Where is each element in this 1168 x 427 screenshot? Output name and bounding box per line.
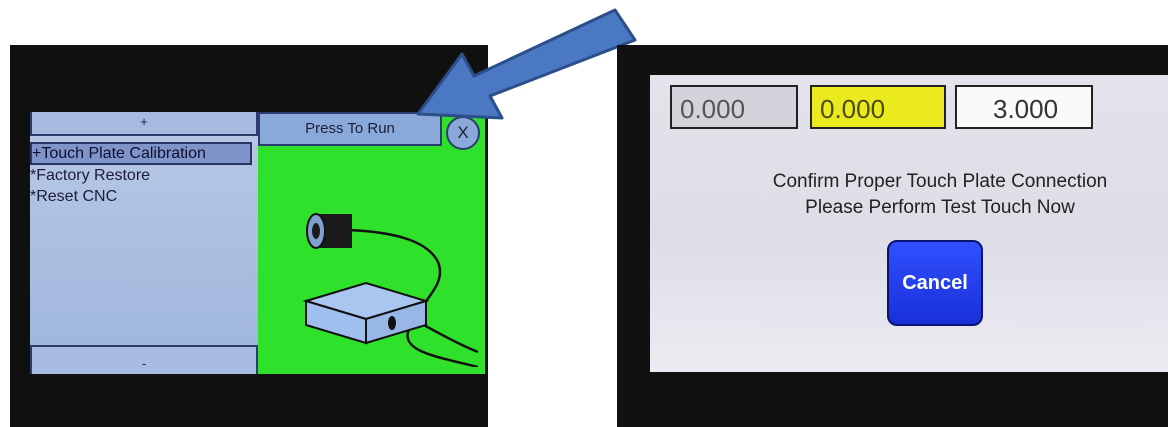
cancel-button[interactable]: Cancel <box>887 240 983 326</box>
right-touchscreen: 0.000 0.000 3.000 Confirm Proper Touch P… <box>650 75 1168 372</box>
menu-item-reset-cnc[interactable]: *Reset CNC <box>30 186 258 207</box>
readout-y: 0.000 <box>810 85 946 129</box>
menu-list: +Touch Plate Calibration *Factory Restor… <box>30 142 258 207</box>
instruction-message: Please Perform Test Touch Now <box>805 197 1075 218</box>
confirm-message: Confirm Proper Touch Plate Connection <box>772 171 1108 192</box>
readout-z: 3.000 <box>955 85 1093 129</box>
menu-panel: + +Touch Plate Calibration *Factory Rest… <box>30 112 258 374</box>
pointer-arrow-icon <box>416 8 637 120</box>
touch-plate-icon <box>302 213 479 367</box>
readout-x: 0.000 <box>670 85 798 129</box>
scroll-up-button[interactable]: + <box>30 112 258 136</box>
run-panel: Press To Run X <box>258 112 485 374</box>
menu-item-touch-plate-calibration[interactable]: +Touch Plate Calibration <box>30 142 252 165</box>
left-touchscreen: + +Touch Plate Calibration *Factory Rest… <box>30 112 485 374</box>
scroll-down-button[interactable]: - <box>30 345 258 374</box>
menu-item-factory-restore[interactable]: *Factory Restore <box>30 165 258 186</box>
